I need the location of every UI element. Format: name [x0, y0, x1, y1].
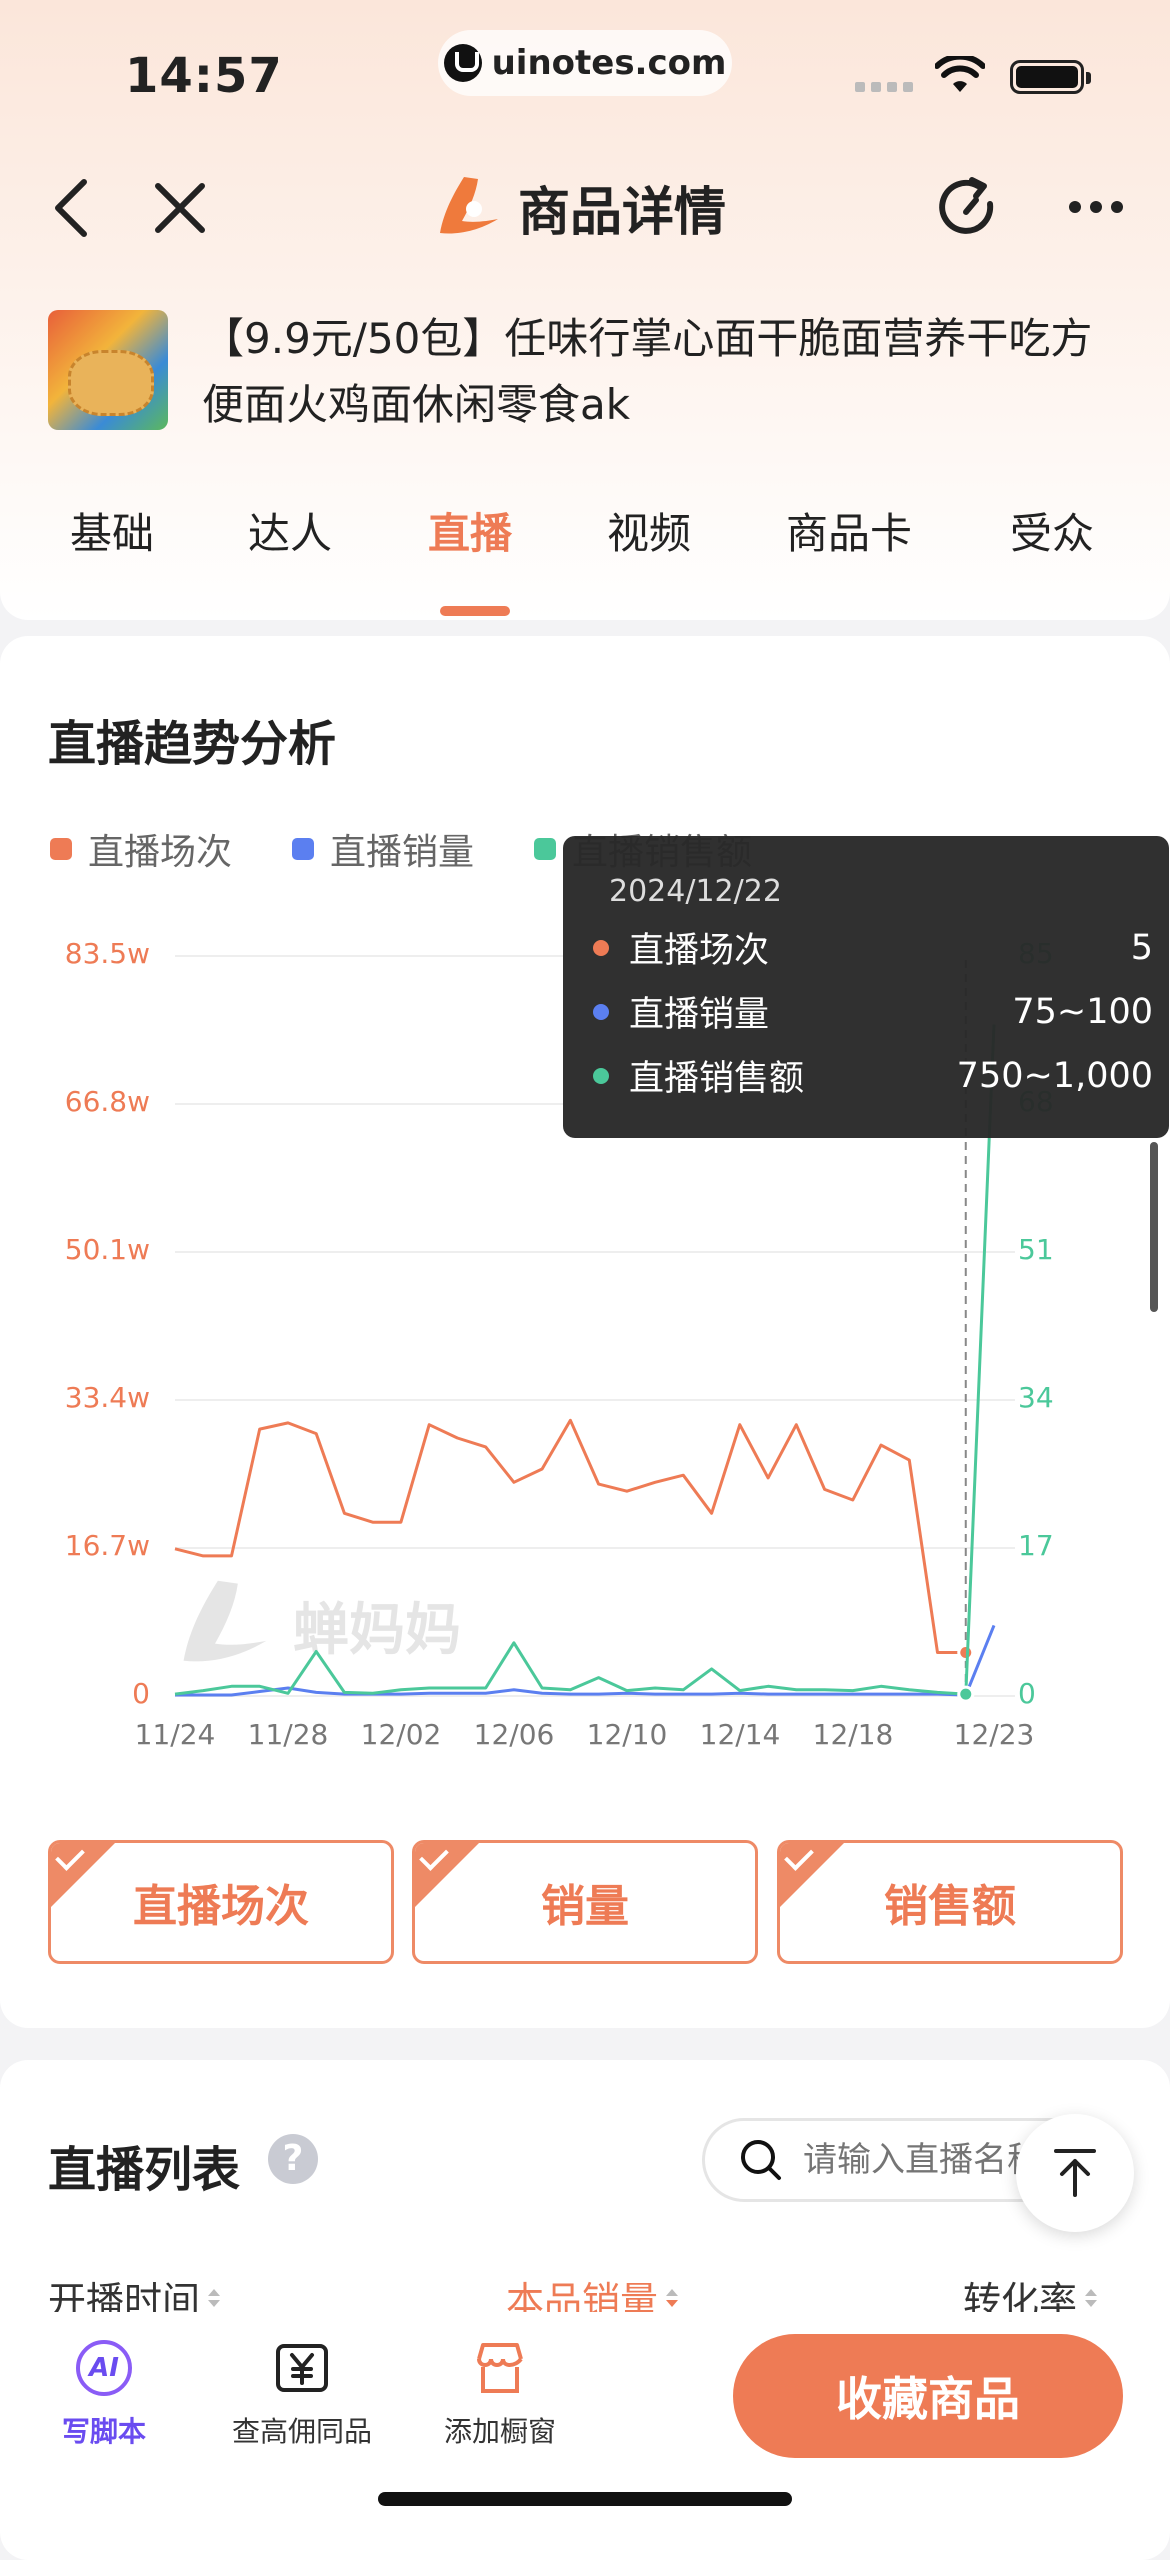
- tooltip-row-sessions: 直播场次 5: [593, 922, 1153, 973]
- write-script-button[interactable]: AI 写脚本: [62, 2336, 146, 2450]
- toggle-revenue[interactable]: 销售额: [777, 1840, 1123, 1964]
- hover-point-2: [957, 1685, 975, 1703]
- toggle-volume[interactable]: 销量: [412, 1840, 758, 1964]
- collect-product-button[interactable]: 收藏商品: [733, 2334, 1123, 2458]
- series-line-0[interactable]: [174, 1418, 966, 1654]
- home-indicator: [378, 2492, 792, 2506]
- tooltip-date: 2024/12/22: [609, 874, 782, 909]
- ai-icon: AI: [76, 2340, 132, 2396]
- back-to-top-button[interactable]: [1016, 2114, 1134, 2232]
- scrollbar[interactable]: [1150, 1142, 1158, 1312]
- toggle-sessions[interactable]: 直播场次: [48, 1840, 394, 1964]
- help-icon[interactable]: ?: [268, 2134, 318, 2184]
- yuan-icon: [276, 2344, 328, 2392]
- live-list-title: 直播列表: [48, 2142, 241, 2198]
- hover-point-0: [957, 1643, 975, 1661]
- store-icon: [477, 2343, 523, 2393]
- high-commission-button[interactable]: 查高佣同品: [232, 2336, 372, 2450]
- arrow-up-icon: [1054, 2149, 1096, 2197]
- tooltip-row-revenue: 直播销售额 750~1,000: [593, 1050, 1153, 1101]
- search-icon: [741, 2140, 781, 2180]
- tooltip-row-volume: 直播销量 75~100: [593, 986, 1153, 1037]
- add-showcase-button[interactable]: 添加橱窗: [444, 2336, 556, 2450]
- chart-tooltip: 2024/12/22 直播场次 5 直播销量 75~100 直播销售额 750~…: [563, 836, 1169, 1138]
